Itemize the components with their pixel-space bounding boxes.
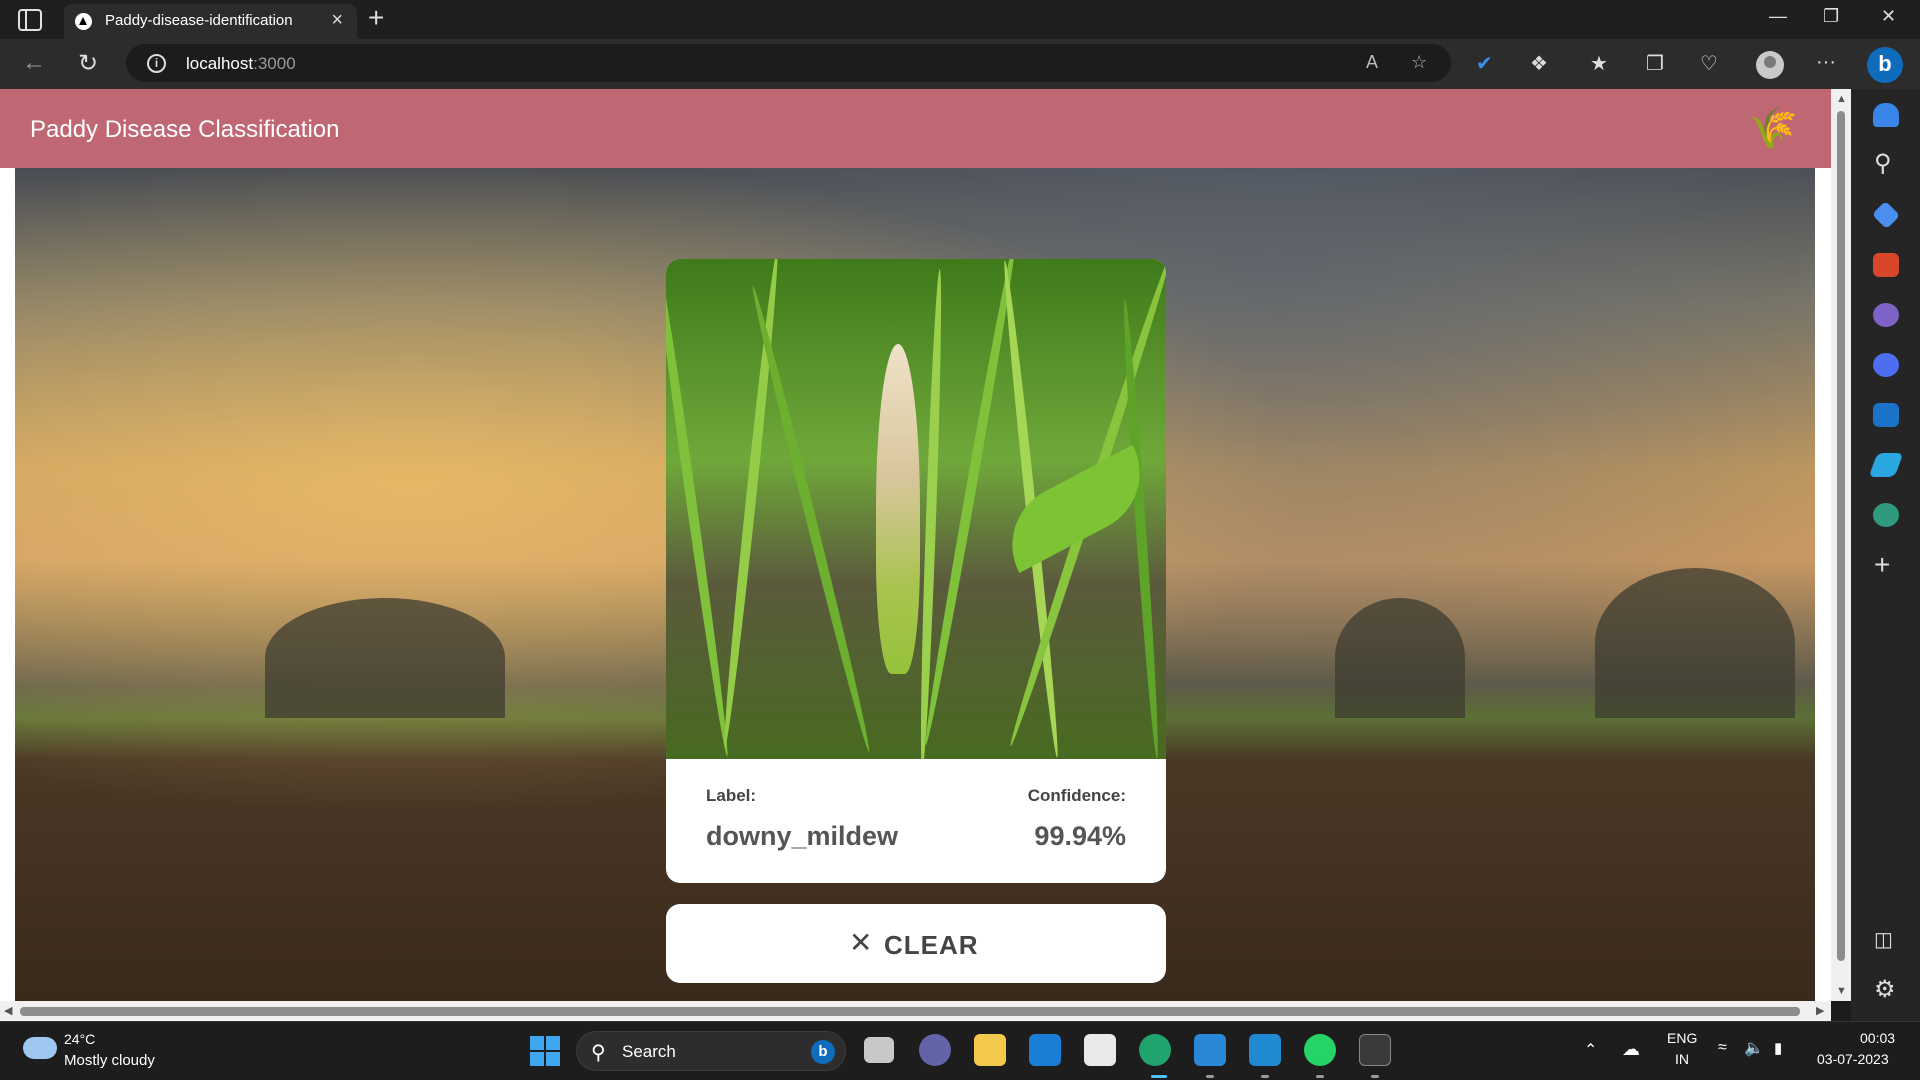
scroll-down-arrow-icon[interactable]: ▼ xyxy=(1836,985,1847,997)
profile-avatar[interactable] xyxy=(1756,51,1784,79)
task-view-icon[interactable] xyxy=(864,1037,894,1063)
volume-icon[interactable]: 🔈 xyxy=(1744,1038,1764,1058)
show-hidden-icons-chevron-icon[interactable]: ⌃ xyxy=(1584,1040,1597,1060)
url-text[interactable]: localhost:3000 xyxy=(186,54,296,74)
tree-silhouette xyxy=(1335,598,1465,718)
prediction-card: Label: Confidence: downy_mildew 99.94% xyxy=(666,259,1166,883)
windows-taskbar: 24°C Mostly cloudy ⚲ Search b ⌃ ☁ ENG IN… xyxy=(0,1021,1920,1080)
tree-silhouette xyxy=(1595,568,1795,718)
battery-icon[interactable]: ▮ xyxy=(1774,1039,1782,1057)
horizontal-scrollbar[interactable]: ◀ ▶ xyxy=(0,1001,1831,1021)
new-tab-button[interactable]: + xyxy=(368,2,384,34)
terminal-icon[interactable] xyxy=(1359,1034,1391,1066)
search-icon: ⚲ xyxy=(591,1042,606,1064)
wheat-icon: 🌾 xyxy=(1748,107,1798,151)
label-heading: Label: xyxy=(706,786,757,805)
open-app-indicator xyxy=(1371,1075,1379,1078)
uploaded-leaf-image xyxy=(666,259,1166,759)
prediction-result: Label: Confidence: downy_mildew 99.94% xyxy=(666,759,1166,883)
more-menu-icon[interactable]: ··· xyxy=(1816,51,1836,74)
extensions-icon[interactable]: ❖ xyxy=(1530,51,1548,76)
windows-start-icon[interactable] xyxy=(530,1036,560,1066)
drop-icon[interactable] xyxy=(1868,453,1904,477)
teams-chat-icon[interactable] xyxy=(919,1034,951,1066)
tab-title: Paddy-disease-identification xyxy=(105,12,293,29)
weather-condition[interactable]: Mostly cloudy xyxy=(64,1052,155,1069)
wifi-icon[interactable]: ≈ xyxy=(1718,1039,1727,1057)
read-aloud-icon[interactable]: A xyxy=(1366,52,1378,73)
open-app-indicator xyxy=(1206,1075,1214,1078)
l-app-icon[interactable] xyxy=(1029,1034,1061,1066)
shopping-tag-icon[interactable] xyxy=(1871,200,1901,230)
tab-close-icon[interactable]: × xyxy=(331,9,343,32)
open-app-indicator xyxy=(1316,1075,1324,1078)
microsoft-365-icon[interactable] xyxy=(1873,353,1899,377)
outlook-icon[interactable] xyxy=(1873,403,1899,427)
back-arrow-icon[interactable]: ← xyxy=(22,49,46,77)
weather-cloudy-icon[interactable] xyxy=(21,1031,57,1059)
add-favorite-icon[interactable]: ☆ xyxy=(1411,52,1427,73)
diseased-panicle xyxy=(876,344,920,674)
tab-actions-icon[interactable] xyxy=(18,9,42,31)
open-app-indicator xyxy=(1261,1075,1269,1078)
notifications-bell-icon[interactable] xyxy=(1873,103,1899,127)
games-icon[interactable] xyxy=(1873,303,1899,327)
clock-date[interactable]: 03-07-2023 xyxy=(1817,1051,1889,1067)
app-header: Paddy Disease Classification 🌾 xyxy=(0,89,1831,168)
chatgpt-icon[interactable] xyxy=(1873,503,1899,527)
sidebar-settings-gear-icon[interactable]: ⚙ xyxy=(1874,975,1896,1004)
file-explorer-icon[interactable] xyxy=(974,1034,1006,1066)
restore-button[interactable]: ❐ xyxy=(1823,6,1839,27)
horizontal-scroll-thumb[interactable] xyxy=(20,1007,1800,1016)
favorites-icon[interactable]: ★ xyxy=(1590,51,1608,76)
confidence-heading: Confidence: xyxy=(1027,786,1126,805)
language-bottom[interactable]: IN xyxy=(1675,1051,1689,1067)
language-top[interactable]: ENG xyxy=(1667,1030,1697,1046)
hide-sidebar-icon[interactable]: ◫ xyxy=(1874,927,1893,952)
edge-browser-icon[interactable] xyxy=(1139,1034,1171,1066)
close-icon: ✕ xyxy=(849,927,873,958)
minimize-button[interactable]: — xyxy=(1769,6,1787,27)
page-viewport: Paddy Disease Classification 🌾 Label: Co… xyxy=(0,89,1831,1001)
site-info-icon[interactable]: i xyxy=(147,54,166,73)
bing-search-icon[interactable]: b xyxy=(811,1040,835,1064)
search-placeholder: Search xyxy=(622,1042,676,1061)
microsoft-store-icon[interactable] xyxy=(1084,1034,1116,1066)
clear-label: CLEAR xyxy=(884,930,979,960)
extension-check-icon[interactable]: ✔ xyxy=(1476,51,1493,76)
tree-silhouette xyxy=(265,598,505,718)
scroll-right-arrow-icon[interactable]: ▶ xyxy=(1816,1004,1824,1017)
browser-toolbar: ← ↻ i localhost:3000 A ☆ ✔ ❖ ★ ❐ ♡ ··· b xyxy=(0,39,1920,89)
close-window-button[interactable]: ✕ xyxy=(1881,6,1896,27)
scroll-up-arrow-icon[interactable]: ▲ xyxy=(1836,93,1847,105)
app-title: Paddy Disease Classification xyxy=(30,116,340,143)
vertical-scroll-thumb[interactable] xyxy=(1837,111,1845,961)
site-favicon-icon xyxy=(75,13,92,30)
sidebar-search-icon[interactable]: ⚲ xyxy=(1874,149,1892,178)
onedrive-cloud-icon[interactable]: ☁ xyxy=(1622,1039,1640,1060)
tools-briefcase-icon[interactable] xyxy=(1873,253,1899,277)
clock-time[interactable]: 00:03 xyxy=(1860,1030,1895,1046)
tab-paddy[interactable]: Paddy-disease-identification × xyxy=(64,4,357,39)
active-app-indicator xyxy=(1151,1075,1167,1078)
browser-tab-bar: Paddy-disease-identification × + — ❐ ✕ xyxy=(0,0,1920,39)
reload-icon[interactable]: ↻ xyxy=(78,49,98,78)
bing-copilot-icon[interactable]: b xyxy=(1867,47,1903,83)
browser-essentials-icon[interactable]: ♡ xyxy=(1700,51,1718,76)
vscode-icon[interactable] xyxy=(1249,1034,1281,1066)
edge-sidebar: ⚲ + ◫ ⚙ xyxy=(1851,89,1920,1021)
clear-button[interactable]: ✕ CLEAR xyxy=(666,904,1166,983)
confidence-value: 99.94% xyxy=(1034,821,1126,851)
scroll-left-arrow-icon[interactable]: ◀ xyxy=(4,1004,12,1017)
address-bar[interactable]: i localhost:3000 A ☆ xyxy=(126,44,1451,82)
vertical-scrollbar[interactable]: ▲ ▼ xyxy=(1831,89,1851,1001)
notepad-icon[interactable] xyxy=(1194,1034,1226,1066)
label-value: downy_mildew xyxy=(706,821,899,851)
taskbar-search-box[interactable]: ⚲ Search b xyxy=(576,1031,846,1071)
weather-temperature[interactable]: 24°C xyxy=(64,1031,95,1047)
whatsapp-icon[interactable] xyxy=(1304,1034,1336,1066)
collections-icon[interactable]: ❐ xyxy=(1646,51,1664,76)
add-sidebar-app-icon[interactable]: + xyxy=(1874,549,1890,581)
